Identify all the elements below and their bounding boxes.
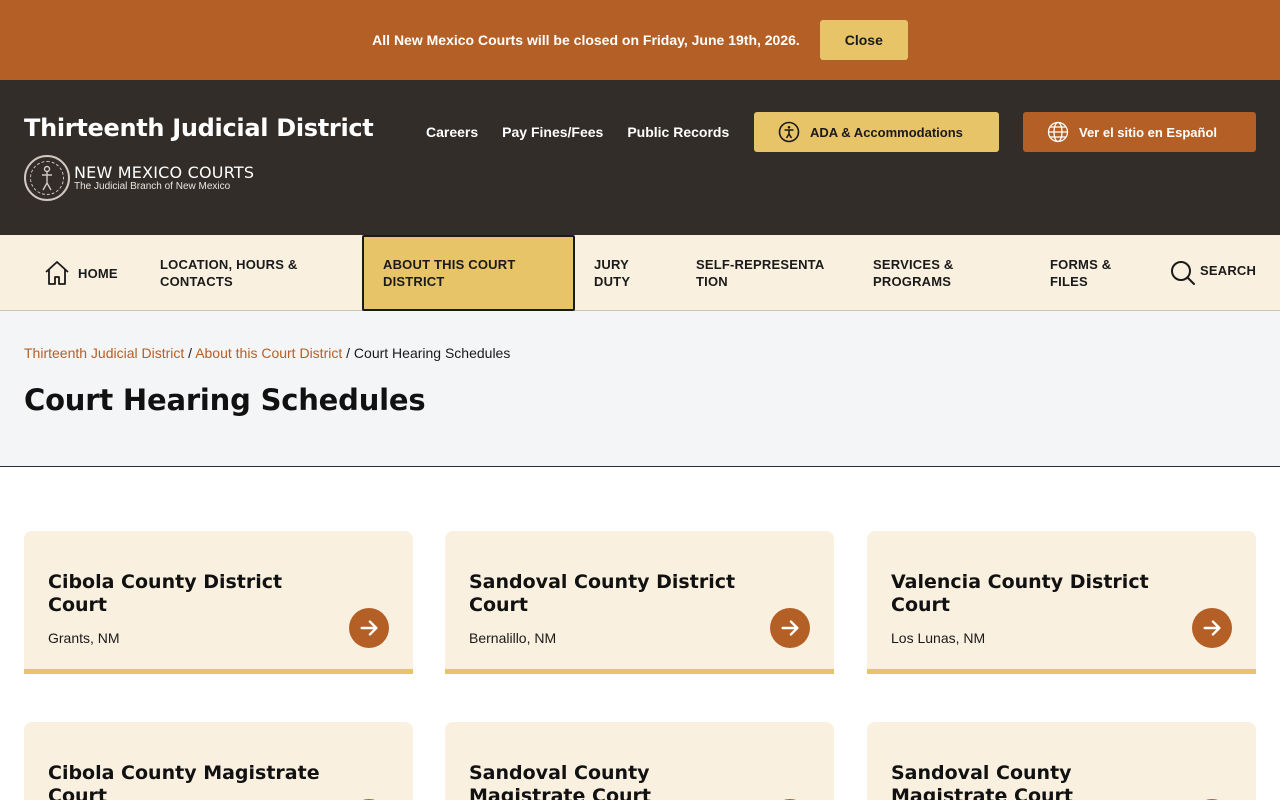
court-card[interactable]: Valencia County District Court Los Lunas…	[867, 531, 1256, 674]
nav-forms-label: FORMS & FILES	[1050, 257, 1112, 289]
nm-courts-logo[interactable]: NEW MEXICO COURTS The Judicial Branch of…	[24, 155, 254, 201]
public-records-link[interactable]: Public Records	[627, 124, 729, 140]
logo-title: NEW MEXICO COURTS	[74, 162, 255, 182]
alert-message: All New Mexico Courts will be closed on …	[372, 32, 800, 48]
nav-forms-files[interactable]: FORMS & FILES	[1050, 235, 1140, 311]
globe-icon	[1047, 121, 1069, 143]
breadcrumb: Thirteenth Judicial District / About thi…	[24, 345, 510, 361]
nav-search[interactable]: SEARCH	[1170, 235, 1256, 311]
nav-location-label: LOCATION, HOURS & CONTACTS	[160, 257, 298, 289]
spanish-label: Ver el sitio en Español	[1079, 124, 1217, 140]
breadcrumb-current: Court Hearing Schedules	[353, 345, 511, 361]
court-card[interactable]: Cibola County District Court Grants, NM	[24, 531, 413, 674]
breadcrumb-home-link[interactable]: Thirteenth Judicial District	[24, 345, 184, 361]
nav-jury-duty[interactable]: JURY DUTY	[594, 235, 654, 311]
careers-link[interactable]: Careers	[426, 124, 478, 140]
arrow-right-icon[interactable]	[1192, 608, 1232, 648]
court-seal-icon	[24, 155, 70, 201]
nav-self-rep-label: SELF-REPRESENTATION	[696, 257, 825, 289]
breadcrumb-separator: /	[346, 345, 351, 361]
nav-self-representation[interactable]: SELF-REPRESENTATION	[696, 235, 846, 311]
arrow-right-icon[interactable]	[349, 608, 389, 648]
site-header: Thirteenth Judicial District NEW MEXICO …	[0, 80, 1280, 235]
breadcrumb-about-link[interactable]: About this Court District	[195, 345, 342, 361]
breadcrumb-separator: /	[188, 345, 193, 361]
nav-jury-label: JURY DUTY	[594, 257, 631, 289]
page-title: Court Hearing Schedules	[24, 383, 426, 417]
arrow-right-icon[interactable]	[770, 608, 810, 648]
card-title: Sandoval County Magistrate Court	[469, 762, 651, 800]
card-location: Bernalillo, NM	[469, 630, 557, 646]
nav-home[interactable]: HOME	[44, 235, 118, 311]
pay-fines-link[interactable]: Pay Fines/Fees	[502, 124, 603, 140]
nav-search-label: SEARCH	[1200, 262, 1257, 278]
nav-location-hours-contacts[interactable]: LOCATION, HOURS & CONTACTS	[160, 235, 330, 311]
court-card[interactable]: Cibola County Magistrate Court	[24, 722, 413, 800]
card-location: Los Lunas, NM	[891, 630, 986, 646]
search-icon	[1170, 260, 1196, 286]
nav-about-label: ABOUT THIS COURT DISTRICT	[383, 257, 516, 289]
court-card[interactable]: Sandoval County Magistrate Court	[445, 722, 834, 800]
court-card[interactable]: Sandoval County Magistrate Court	[867, 722, 1256, 800]
nav-services-programs[interactable]: SERVICES & PROGRAMS	[873, 235, 993, 311]
page-header: Thirteenth Judicial District / About thi…	[0, 311, 1280, 467]
nav-about-court-district[interactable]: ABOUT THIS COURT DISTRICT	[362, 235, 575, 311]
court-card[interactable]: Sandoval County District Court Bernalill…	[445, 531, 834, 674]
logo-subtitle: The Judicial Branch of New Mexico	[74, 180, 231, 192]
nav-services-label: SERVICES & PROGRAMS	[873, 257, 954, 289]
ada-label: ADA & Accommodations	[810, 124, 963, 140]
card-location: Grants, NM	[48, 630, 120, 646]
card-title: Valencia County District Court	[891, 571, 1149, 616]
home-icon	[44, 260, 70, 286]
card-title: Cibola County Magistrate Court	[48, 762, 320, 800]
site-title[interactable]: Thirteenth Judicial District	[24, 114, 374, 142]
spanish-site-button[interactable]: Ver el sitio en Español	[1023, 112, 1256, 152]
ada-accommodations-button[interactable]: ADA & Accommodations	[754, 112, 999, 152]
alert-close-button[interactable]: Close	[819, 20, 908, 60]
alert-banner: All New Mexico Courts will be closed on …	[0, 0, 1280, 80]
utility-links: Careers Pay Fines/Fees Public Records	[414, 124, 741, 140]
nav-home-label: HOME	[78, 265, 118, 281]
card-title: Sandoval County Magistrate Court	[891, 762, 1073, 800]
card-title: Cibola County District Court	[48, 571, 283, 616]
accessibility-icon	[778, 121, 800, 143]
main-nav: HOME LOCATION, HOURS & CONTACTS ABOUT TH…	[0, 235, 1280, 311]
card-title: Sandoval County District Court	[469, 571, 736, 616]
